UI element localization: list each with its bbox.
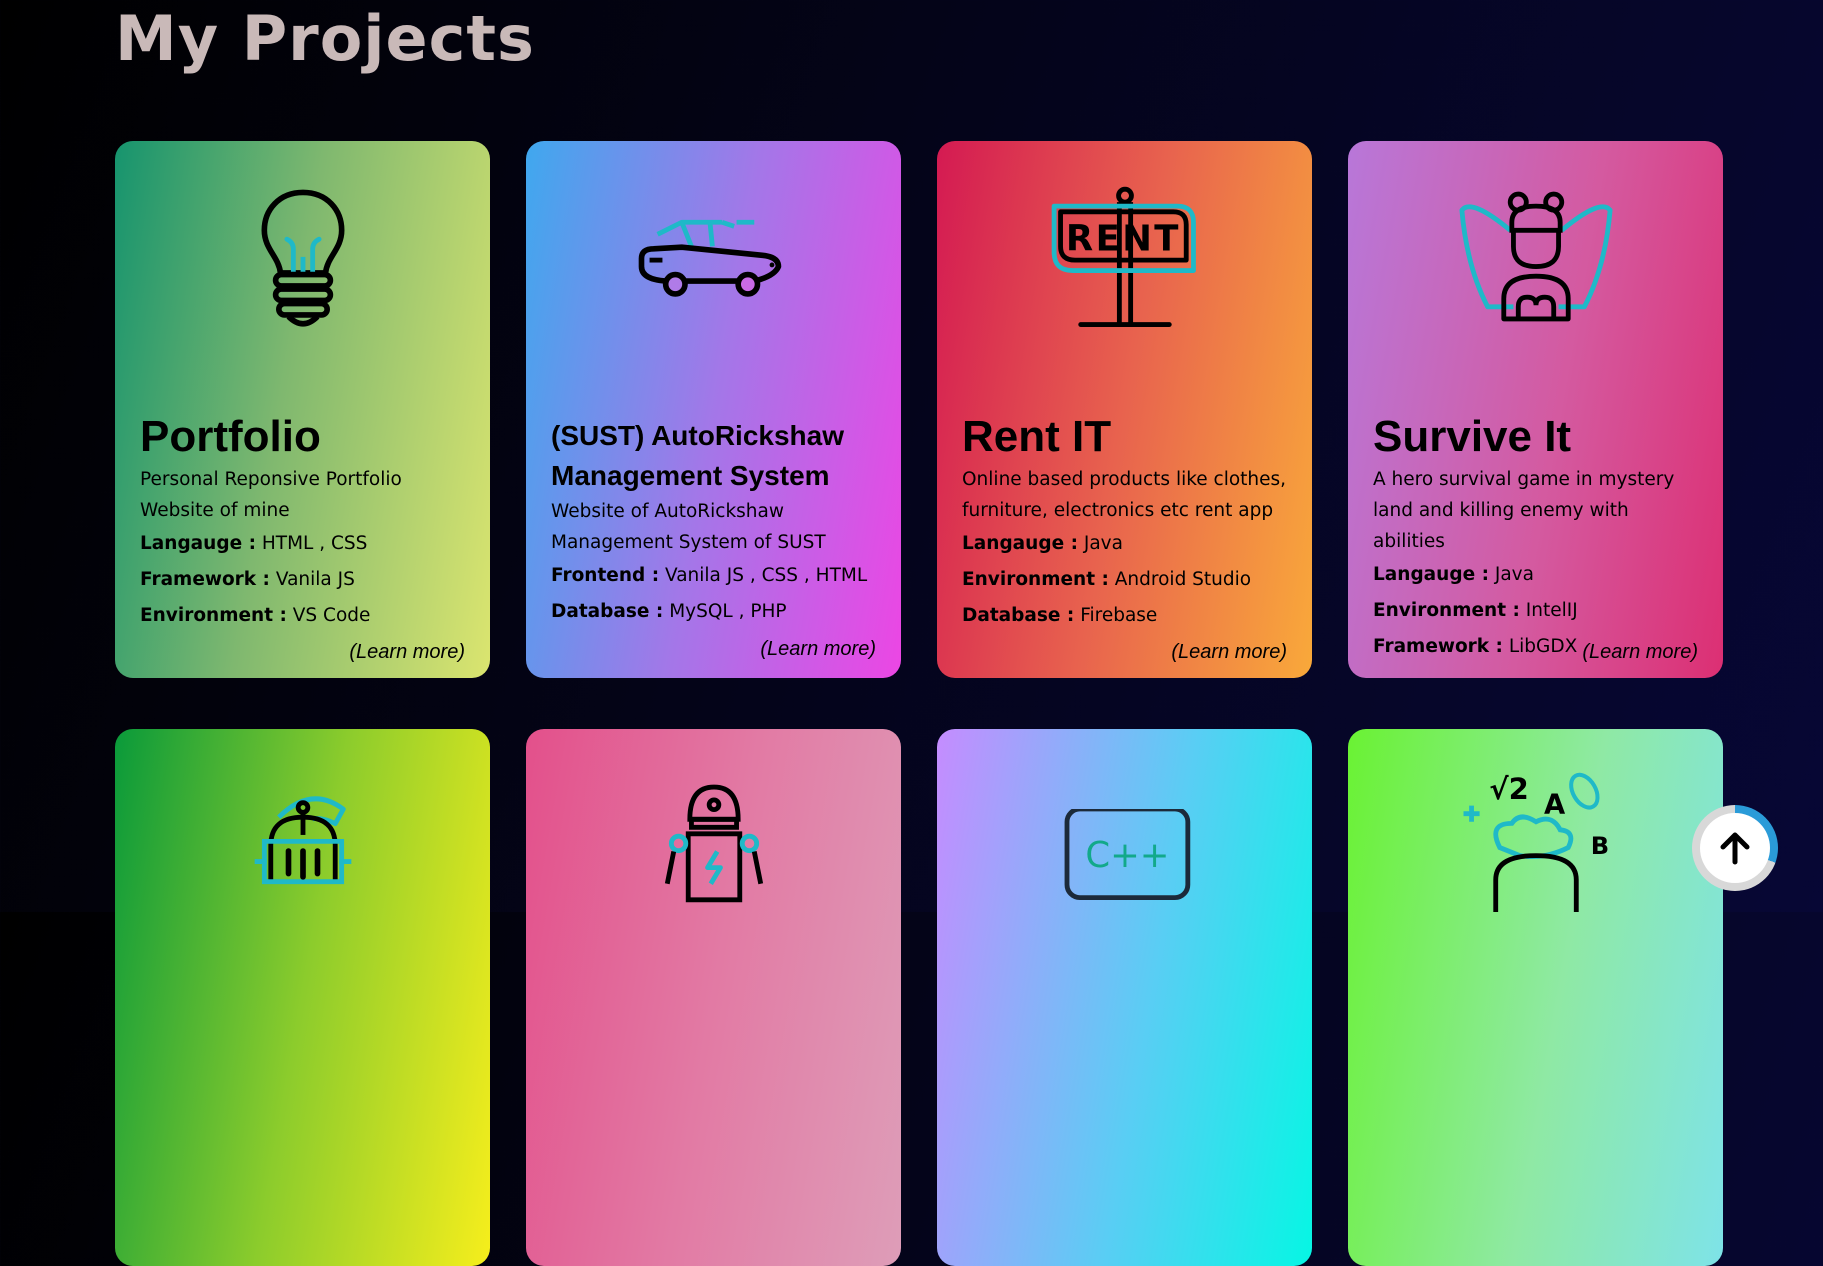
project-card-survive-it[interactable]: Survive It A hero survival game in myste… xyxy=(1348,141,1723,678)
project-card[interactable]: √2 A B xyxy=(1348,729,1723,1266)
project-card-portfolio[interactable]: Portfolio Personal Reponsive Portfolio W… xyxy=(115,141,490,678)
project-prop: Framework : Vanila JS xyxy=(140,569,355,590)
scroll-to-top-button[interactable] xyxy=(1692,805,1778,891)
rent-sign-icon: RENT xyxy=(937,186,1312,331)
math-kid-icon: √2 A B xyxy=(1348,767,1723,912)
project-description: A hero survival game in mystery land and… xyxy=(1373,469,1675,552)
project-prop: Frontend : Vanila JS , CSS , HTML xyxy=(551,565,868,586)
project-card-autorickshaw[interactable]: (SUST) AutoRickshaw Management System We… xyxy=(526,141,901,678)
project-card[interactable] xyxy=(115,729,490,1266)
project-prop: Langauge : HTML , CSS xyxy=(140,533,368,554)
project-title: Rent IT xyxy=(962,412,1112,461)
project-title: (SUST) AutoRickshaw Management System xyxy=(551,420,844,491)
project-prop: Database : MySQL , PHP xyxy=(551,601,787,622)
knight-helmet-icon xyxy=(115,785,490,930)
arrow-up-icon xyxy=(1700,813,1770,883)
project-prop: Langauge : Java xyxy=(1373,564,1534,585)
project-card[interactable]: C++ xyxy=(937,729,1312,1266)
svg-text:RENT: RENT xyxy=(1065,218,1180,259)
fairy-icon xyxy=(1348,186,1723,331)
svg-text:A: A xyxy=(1544,790,1566,821)
project-prop: Environment : IntelIJ xyxy=(1373,600,1578,621)
robot-icon xyxy=(526,779,901,924)
learn-more-link[interactable]: (Learn more) xyxy=(1171,641,1287,664)
learn-more-link[interactable]: (Learn more) xyxy=(349,641,465,664)
project-card[interactable] xyxy=(526,729,901,1266)
project-prop: Database : Firebase xyxy=(962,605,1158,626)
project-description: Online based products like clothes, furn… xyxy=(962,469,1287,521)
project-description: Personal Reponsive Portfolio Website of … xyxy=(140,469,402,521)
car-icon xyxy=(526,186,901,331)
project-title: Survive It xyxy=(1373,412,1572,461)
page-title: My Projects xyxy=(115,2,535,75)
learn-more-link[interactable]: (Learn more) xyxy=(1582,641,1698,664)
project-prop: Environment : VS Code xyxy=(140,605,371,626)
svg-text:C++: C++ xyxy=(1085,835,1169,876)
learn-more-link[interactable]: (Learn more) xyxy=(760,638,876,661)
cpp-icon: C++ xyxy=(937,809,1312,954)
lightbulb-icon xyxy=(115,186,490,331)
project-card-rent-it[interactable]: RENT Rent IT Online based products like … xyxy=(937,141,1312,678)
project-prop: Environment : Android Studio xyxy=(962,569,1252,590)
project-title: Portfolio xyxy=(140,412,321,461)
svg-text:B: B xyxy=(1590,832,1608,860)
project-prop: Langauge : Java xyxy=(962,533,1123,554)
svg-text:√2: √2 xyxy=(1489,772,1529,806)
project-description: Website of AutoRickshaw Management Syste… xyxy=(551,501,826,553)
